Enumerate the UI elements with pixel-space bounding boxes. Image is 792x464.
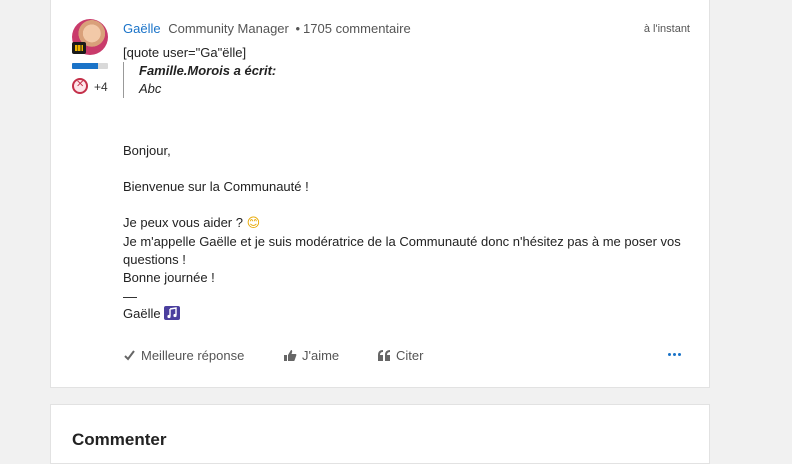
badge-icon[interactable]: [72, 78, 88, 94]
quote-label: Citer: [396, 348, 424, 363]
comment-section-title: Commenter: [72, 430, 167, 449]
like-label: J'aime: [302, 348, 340, 363]
intro-text-line1: Je m'appelle Gaëlle et je suis modératri…: [123, 234, 681, 249]
rank-progress-fill: [72, 63, 98, 69]
best-answer-button[interactable]: Meilleure réponse: [123, 348, 244, 363]
best-answer-label: Meilleure réponse: [141, 348, 245, 363]
signature-text: Gaëlle: [123, 306, 161, 321]
intro-text-line2: questions !: [123, 252, 186, 267]
quote-block: Famille.Morois a écrit: Abc: [123, 62, 703, 98]
welcome-text: Bienvenue sur la Communauté !: [123, 179, 309, 194]
post-meta: Gaëlle Community Manager • 1705 commentai…: [123, 21, 411, 36]
closing-text: Bonne journée !: [123, 270, 215, 285]
check-icon: [124, 350, 135, 361]
help-line: Je peux vous aider ? 😊: [123, 214, 703, 233]
more-options-icon[interactable]: [668, 353, 681, 356]
author-role: Community Manager: [168, 21, 289, 36]
signature-line: Gaëlle: [123, 305, 703, 323]
post-timestamp[interactable]: à l'instant: [644, 23, 690, 35]
quote-button[interactable]: Citer: [378, 348, 423, 363]
badge-count[interactable]: +4: [94, 80, 108, 94]
quote-author: Famille.Morois a écrit:: [139, 63, 277, 78]
like-button[interactable]: J'aime: [283, 348, 339, 363]
quote-text: Abc: [139, 81, 162, 96]
quote-raw-text: [quote user="Ga"ëlle]: [123, 45, 247, 60]
author-comment-count: 1705 commentaire: [303, 21, 411, 36]
quote-icon: [378, 350, 390, 361]
rank-badge-icon: [72, 42, 86, 54]
signature-divider: [123, 297, 137, 298]
smile-emoji-icon: 😊: [246, 216, 261, 231]
author-link[interactable]: Gaëlle: [123, 21, 161, 36]
post-body: [quote user="Ga"ëlle] Famille.Morois a é…: [123, 44, 703, 323]
rank-progress-bar: [72, 63, 108, 69]
music-note-icon: [164, 306, 181, 320]
help-text: Je peux vous aider ?: [123, 215, 243, 230]
meta-separator: •: [295, 21, 301, 36]
thumbs-up-icon: [284, 350, 297, 361]
greeting-text: Bonjour,: [123, 143, 171, 158]
